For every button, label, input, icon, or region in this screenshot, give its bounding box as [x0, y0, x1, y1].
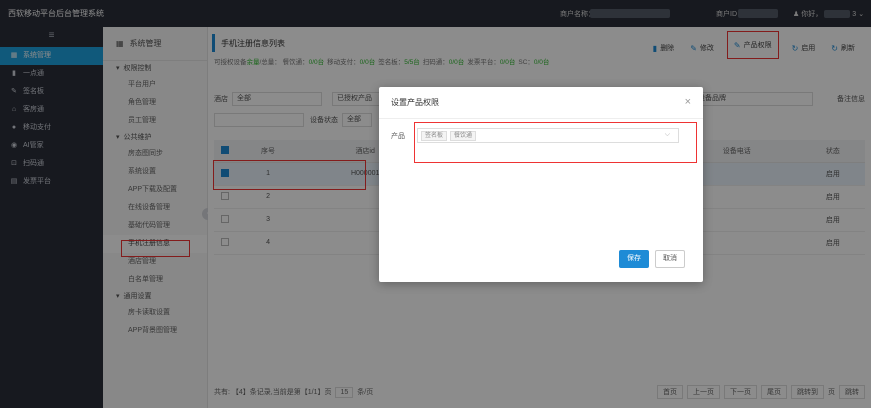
- dialog-title: 设置产品权限: [379, 87, 703, 119]
- highlight-product-field: [414, 122, 697, 163]
- cancel-button[interactable]: 取消: [655, 250, 685, 268]
- product-field-label: 产品: [391, 132, 405, 140]
- product-permission-dialog: 设置产品权限 × 产品 签名板 餐饮通 ⌵ 保存 取消: [379, 87, 703, 282]
- save-button[interactable]: 保存: [619, 250, 649, 268]
- close-icon[interactable]: ×: [685, 96, 691, 108]
